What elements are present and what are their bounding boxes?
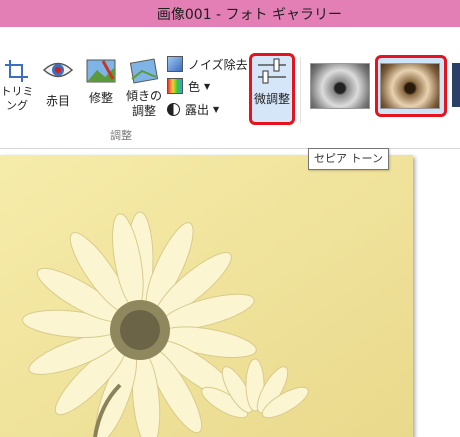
- effect-thumbnail-sepia[interactable]: [380, 63, 440, 109]
- effect-tooltip: セピア トーン: [308, 148, 389, 170]
- repair-icon: [86, 59, 116, 83]
- red-eye-label: 赤目: [45, 94, 70, 108]
- photo-preview: [0, 155, 413, 437]
- ribbon-separator: [300, 57, 301, 123]
- ribbon-tab-strip: [0, 27, 460, 49]
- exposure-icon: [167, 102, 180, 116]
- red-eye-button[interactable]: 赤目: [40, 59, 76, 109]
- repair-button[interactable]: 修整: [84, 57, 118, 106]
- trim-button[interactable]: トリミング: [0, 57, 36, 113]
- crop-icon: [5, 60, 28, 82]
- noise-label: ノイズ除去: [188, 57, 248, 72]
- effect-thumbnail-next[interactable]: [452, 63, 460, 107]
- title-bar: 画像001 - フォト ギャラリー: [0, 0, 460, 27]
- chevron-down-icon: ▼: [213, 104, 220, 114]
- noise-reduction-button[interactable]: ノイズ除去: [167, 54, 248, 74]
- exposure-label: 露出: [185, 102, 210, 117]
- fine-tune-label: 微調整: [253, 92, 290, 106]
- fine-tune-button[interactable]: [249, 53, 295, 125]
- color-button[interactable]: 色 ▼: [167, 76, 210, 96]
- color-label: 色: [188, 79, 201, 94]
- straighten-icon: [129, 58, 159, 84]
- red-eye-icon: [42, 62, 74, 78]
- window-title: 画像001 - フォト ギャラリー: [156, 7, 342, 23]
- straighten-label-line1: 傾きの: [125, 89, 162, 103]
- trim-label: トリミング: [0, 85, 34, 112]
- sliders-icon: [258, 58, 286, 84]
- exposure-button[interactable]: 露出 ▼: [167, 99, 219, 119]
- sepia-flower-image: [0, 155, 413, 437]
- color-icon: [167, 78, 183, 94]
- straighten-label-line2: 調整: [131, 104, 156, 118]
- straighten-button[interactable]: 傾きの 調整: [124, 57, 164, 119]
- noise-icon: [167, 56, 183, 72]
- repair-label: 修整: [88, 91, 113, 105]
- adjust-group-label: 調整: [110, 129, 132, 142]
- effect-thumbnail-bw[interactable]: [310, 63, 370, 109]
- chevron-down-icon: ▼: [204, 81, 211, 91]
